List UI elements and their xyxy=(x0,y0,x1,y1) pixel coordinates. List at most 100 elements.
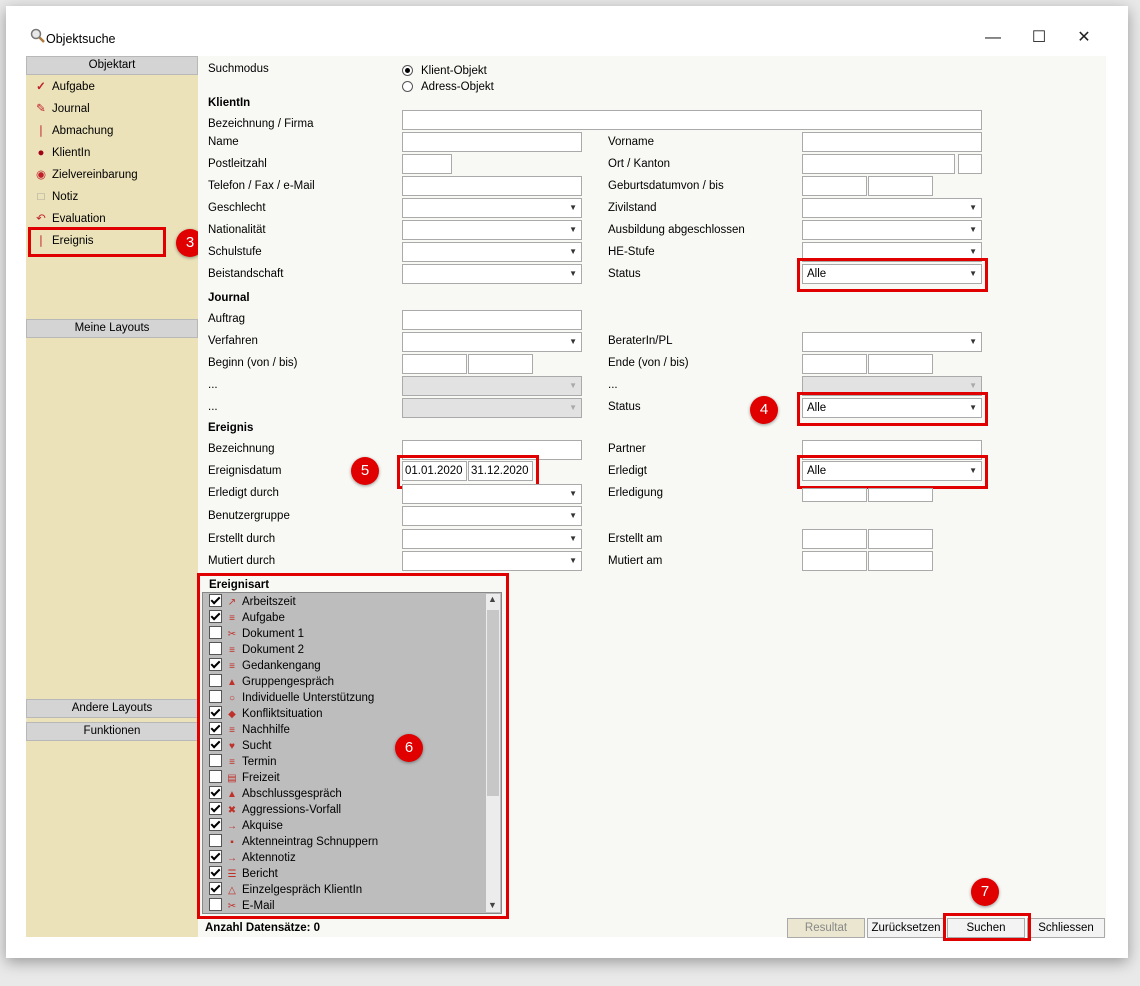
geschlecht-label: Geschlecht xyxy=(208,202,266,214)
mutiert-am-bis-input[interactable] xyxy=(868,551,933,571)
plz-input[interactable] xyxy=(402,154,452,174)
erledigung-bis-input[interactable] xyxy=(868,488,933,502)
annotation-badge-7: 7 xyxy=(971,878,999,906)
sidebar-item-notiz[interactable]: □ Notiz xyxy=(34,188,79,206)
dots-label-1: ... xyxy=(208,379,218,391)
he-stufe-label: HE-Stufe xyxy=(608,246,655,258)
radio-klient-objekt[interactable] xyxy=(402,65,413,76)
reset-button[interactable]: Zurücksetzen xyxy=(867,918,945,938)
chevron-down-icon: ▼ xyxy=(569,534,577,543)
berater-select[interactable]: ▼ xyxy=(802,332,982,352)
ausbildung-label: Ausbildung abgeschlossen xyxy=(608,224,745,236)
verfahren-label: Verfahren xyxy=(208,335,258,347)
meine-layouts-header[interactable]: Meine Layouts xyxy=(26,319,198,338)
mutiert-durch-label: Mutiert durch xyxy=(208,555,276,567)
erledigt-durch-select[interactable]: ▼ xyxy=(402,484,582,504)
pencil-icon: ✎ xyxy=(36,103,46,115)
ausbildung-select[interactable]: ▼ xyxy=(802,220,982,240)
ereignis-bezeichnung-label: Bezeichnung xyxy=(208,443,275,455)
sidebar-item-aufgabe[interactable]: ✓ Aufgabe xyxy=(34,78,95,96)
sidebar-item-abmachung[interactable]: ❘ Abmachung xyxy=(34,122,113,140)
ort-label: Ort / Kanton xyxy=(608,158,671,170)
maximize-icon[interactable]: ☐ xyxy=(1024,25,1054,51)
schulstufe-label: Schulstufe xyxy=(208,246,262,258)
beistandschaft-select[interactable]: ▼ xyxy=(402,264,582,284)
beginn-bis-input[interactable] xyxy=(468,354,533,374)
vorname-input[interactable] xyxy=(802,132,982,152)
sidebar-item-label: Aufgabe xyxy=(52,81,95,93)
dots-label-3: ... xyxy=(208,401,218,413)
highlight-box-erledigt xyxy=(797,455,988,489)
radio-adress-objekt[interactable] xyxy=(402,81,413,92)
checkmark-icon: ✓ xyxy=(36,81,46,93)
search-icon xyxy=(30,28,45,43)
name-input[interactable] xyxy=(402,132,582,152)
sidebar-item-label: Abmachung xyxy=(52,125,114,137)
erstellt-am-bis-input[interactable] xyxy=(868,529,933,549)
sidebar-item-journal[interactable]: ✎ Journal xyxy=(34,100,90,118)
radio-klient-objekt-label: Klient-Objekt xyxy=(421,65,487,77)
sidebar-item-klientin[interactable]: ● KlientIn xyxy=(34,144,91,162)
verfahren-select[interactable]: ▼ xyxy=(402,332,582,352)
erstellt-durch-label: Erstellt durch xyxy=(208,533,276,545)
journal-status-label: Status xyxy=(608,401,641,413)
sidebar-item-zielvereinbarung[interactable]: ◉ Zielvereinbarung xyxy=(34,166,138,184)
ende-von-input[interactable] xyxy=(802,354,867,374)
chevron-down-icon: ▼ xyxy=(969,203,977,212)
erledigt-label: Erledigt xyxy=(608,465,647,477)
ende-bis-input[interactable] xyxy=(868,354,933,374)
geburtsdatum-bis-input[interactable] xyxy=(868,176,933,196)
zivilstand-select[interactable]: ▼ xyxy=(802,198,982,218)
erstellt-am-label: Erstellt am xyxy=(608,533,663,545)
sidebar-item-label: KlientIn xyxy=(52,147,91,159)
erstellt-am-von-input[interactable] xyxy=(802,529,867,549)
bezeichnung-input[interactable] xyxy=(402,110,982,130)
chevron-down-icon: ▼ xyxy=(969,225,977,234)
sidebar-item-label: Zielvereinbarung xyxy=(52,169,138,181)
benutzergruppe-label: Benutzergruppe xyxy=(208,510,290,522)
chevron-down-icon: ▼ xyxy=(569,225,577,234)
chevron-down-icon: ▼ xyxy=(569,337,577,346)
resultat-button[interactable]: Resultat xyxy=(787,918,865,938)
close-button[interactable]: Schliessen xyxy=(1027,918,1105,938)
funktionen-header[interactable]: Funktionen xyxy=(26,722,198,741)
mutiert-am-von-input[interactable] xyxy=(802,551,867,571)
chevron-down-icon: ▼ xyxy=(569,203,577,212)
section-klientin: KlientIn xyxy=(208,97,251,109)
chevron-down-icon: ▼ xyxy=(969,337,977,346)
erstellt-durch-select[interactable]: ▼ xyxy=(402,529,582,549)
sidebar-item-label: Journal xyxy=(52,103,90,115)
nationalitaet-label: Nationalität xyxy=(208,224,266,236)
klientin-status-label: Status xyxy=(608,268,641,280)
auftrag-input[interactable] xyxy=(402,310,582,330)
telefon-input[interactable] xyxy=(402,176,582,196)
pin-icon: ❘ xyxy=(36,125,46,137)
name-label: Name xyxy=(208,136,239,148)
nationalitaet-select[interactable]: ▼ xyxy=(402,220,582,240)
schulstufe-select[interactable]: ▼ xyxy=(402,242,582,262)
bezeichnung-label: Bezeichnung / Firma xyxy=(208,118,314,130)
note-icon: □ xyxy=(37,191,45,203)
andere-layouts-header[interactable]: Andere Layouts xyxy=(26,699,198,718)
mutiert-durch-select[interactable]: ▼ xyxy=(402,551,582,571)
highlight-box-6 xyxy=(197,573,509,919)
beginn-von-input[interactable] xyxy=(402,354,467,374)
benutzergruppe-select[interactable]: ▼ xyxy=(402,506,582,526)
annotation-badge-5: 5 xyxy=(351,457,379,485)
annotation-badge-4: 4 xyxy=(750,396,778,424)
geburtsdatum-von-input[interactable] xyxy=(802,176,867,196)
minimize-icon[interactable]: — xyxy=(978,25,1008,51)
section-ereignis: Ereignis xyxy=(208,422,254,434)
ort-input[interactable] xyxy=(802,154,955,174)
chevron-down-icon: ▼ xyxy=(569,247,577,256)
sidebar-item-label: Evaluation xyxy=(52,213,106,225)
close-icon[interactable]: ✕ xyxy=(1069,25,1099,51)
seal-icon: ● xyxy=(37,147,45,159)
sidebar-item-evaluation[interactable]: ↶ Evaluation xyxy=(34,210,106,228)
objektart-header[interactable]: Objektart xyxy=(26,56,198,75)
kanton-input[interactable] xyxy=(958,154,982,174)
erledigung-von-input[interactable] xyxy=(802,488,867,502)
auftrag-label: Auftrag xyxy=(208,313,246,325)
geschlecht-select[interactable]: ▼ xyxy=(402,198,582,218)
suchmodus-label: Suchmodus xyxy=(208,63,269,75)
